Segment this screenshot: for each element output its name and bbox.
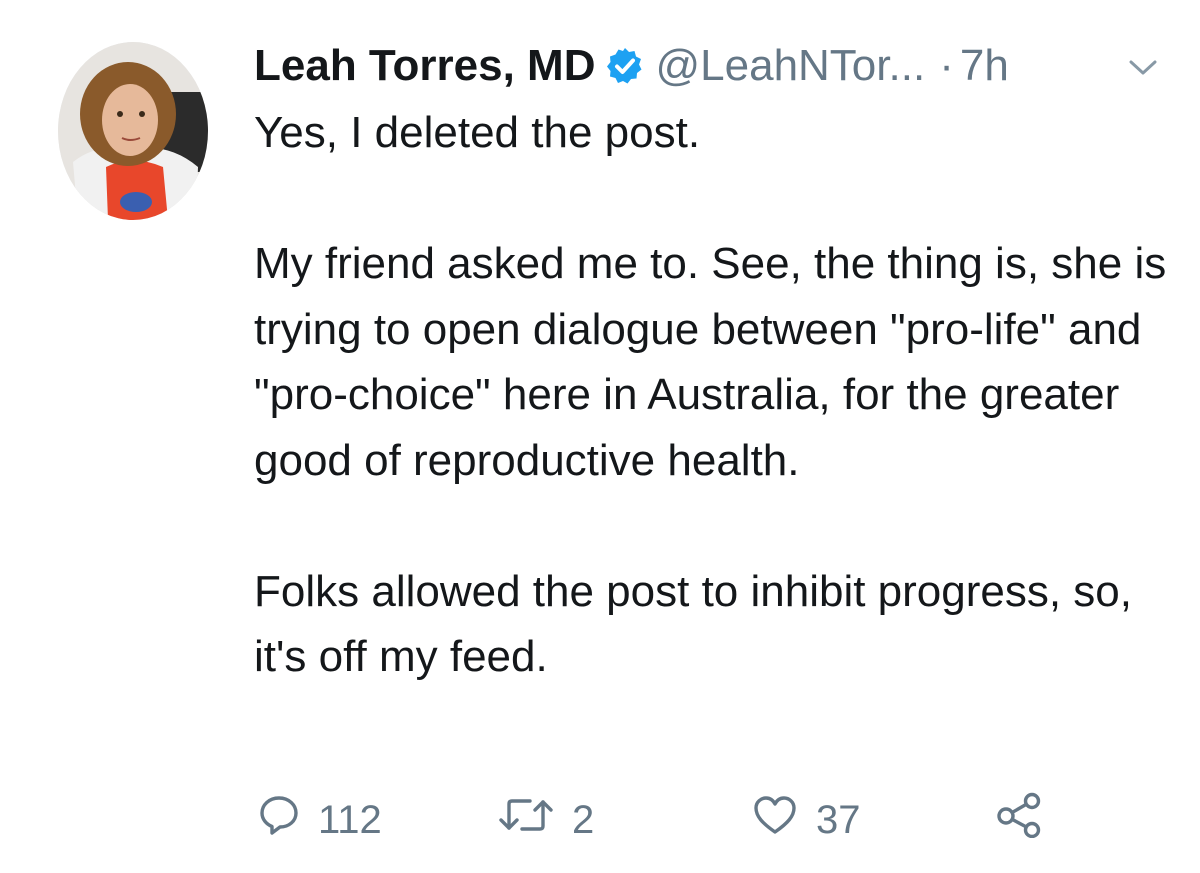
- tweet-text: Yes, I deleted the post. My friend asked…: [254, 108, 1167, 681]
- retweet-count: 2: [572, 797, 595, 842]
- tweet-header: Leah Torres, MD @LeahNTor... · 7h: [254, 38, 1009, 94]
- chevron-down-icon[interactable]: [1128, 58, 1158, 83]
- timestamp[interactable]: 7h: [960, 38, 1009, 94]
- display-name[interactable]: Leah Torres, MD: [254, 38, 595, 94]
- avatar[interactable]: [58, 42, 208, 220]
- heart-icon: [752, 794, 798, 846]
- retweet-button[interactable]: 2: [498, 790, 594, 850]
- share-icon: [994, 792, 1044, 848]
- like-count: 37: [816, 797, 861, 842]
- share-button[interactable]: [994, 790, 1044, 850]
- reply-icon: [258, 794, 300, 846]
- retweet-icon: [498, 794, 554, 846]
- like-button[interactable]: 37: [752, 790, 861, 850]
- reply-count: 112: [318, 797, 382, 842]
- user-handle[interactable]: @LeahNTor...: [655, 38, 925, 94]
- reply-button[interactable]: 112: [258, 790, 382, 850]
- action-bar: 112 2 37: [258, 790, 1078, 850]
- separator-dot: ·: [939, 41, 954, 90]
- verified-badge-icon: [605, 46, 645, 86]
